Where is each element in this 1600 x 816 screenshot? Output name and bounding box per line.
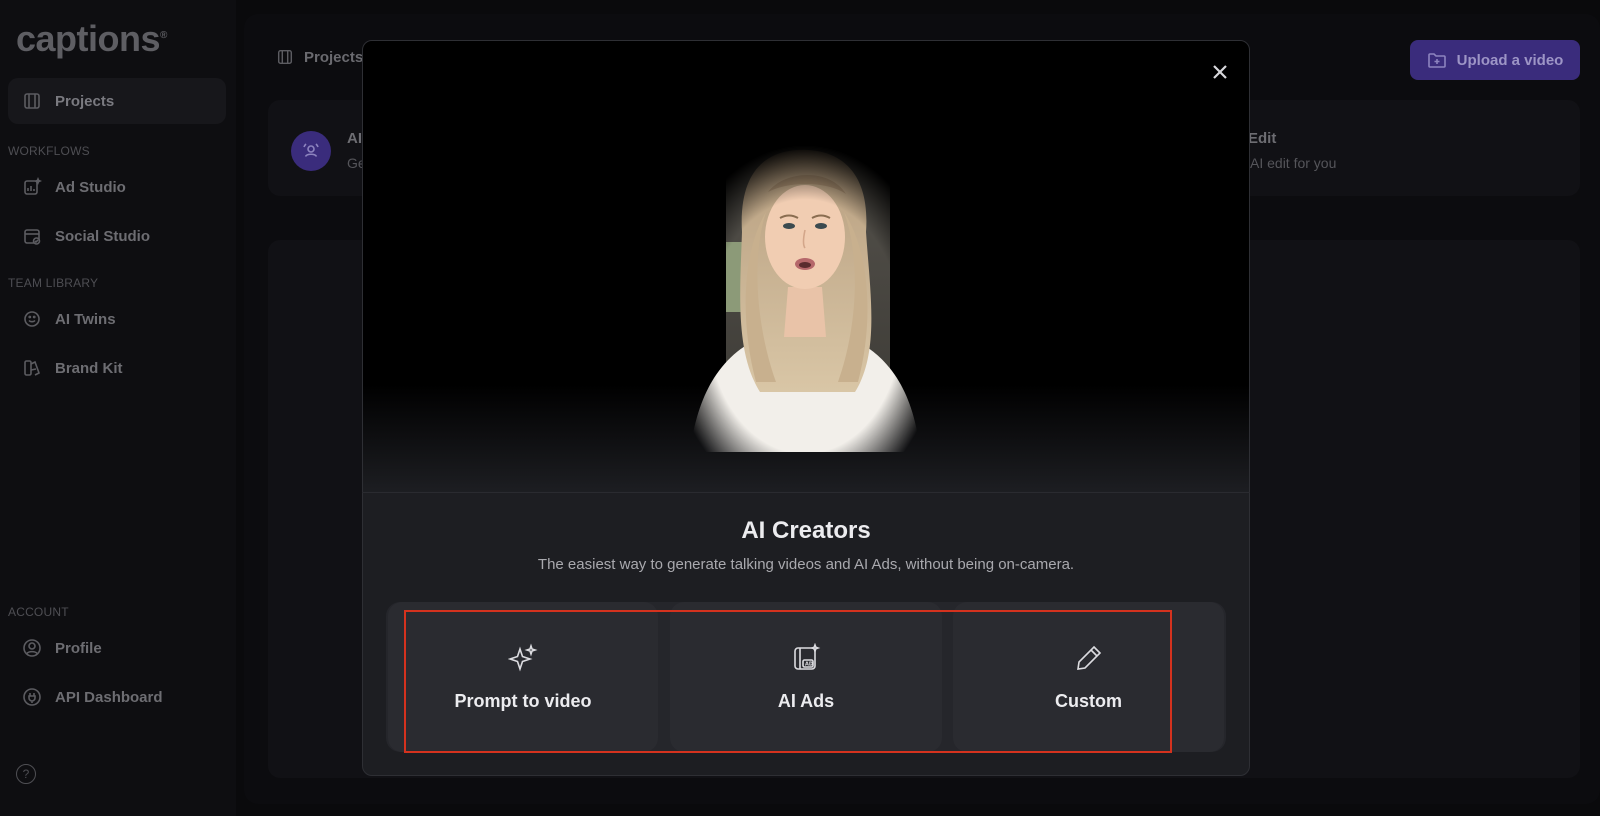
smile-icon	[22, 309, 42, 329]
sidebar-item-label: Social Studio	[55, 227, 151, 245]
sidebar-item-ad-studio[interactable]: Ad Studio	[8, 164, 226, 210]
option-label: AI Ads	[777, 690, 835, 711]
ai-creator-icon[interactable]	[291, 131, 331, 171]
brand-kit-icon	[22, 358, 42, 378]
ad-studio-icon	[22, 177, 42, 197]
help-icon[interactable]: ?	[16, 764, 36, 784]
user-circle-icon	[22, 638, 42, 658]
sidebar-item-profile[interactable]: Profile	[8, 625, 226, 671]
ai-creator-portrait	[690, 122, 920, 452]
sidebar: captions® Projects WORKFLOWS Ad Studio S…	[0, 0, 236, 816]
pencil-icon	[1076, 645, 1101, 670]
sidebar-item-projects[interactable]: Projects	[8, 78, 226, 124]
svg-text:AD: AD	[805, 661, 813, 667]
sidebar-item-ai-twins[interactable]: AI Twins	[8, 296, 226, 342]
plug-icon	[22, 687, 42, 707]
sidebar-item-label: Brand Kit	[55, 359, 123, 377]
feature-card-title: AI	[347, 130, 362, 147]
section-label-account: ACCOUNT	[8, 605, 69, 619]
sidebar-item-label: Profile	[55, 639, 102, 657]
film-icon	[277, 49, 293, 65]
section-label-team-library: TEAM LIBRARY	[8, 276, 99, 290]
sidebar-item-social-studio[interactable]: Social Studio	[8, 213, 226, 259]
sidebar-item-label: API Dashboard	[55, 688, 163, 706]
sidebar-item-label: Projects	[55, 92, 115, 110]
option-label: Custom	[1055, 690, 1122, 711]
sidebar-item-api-dashboard[interactable]: API Dashboard	[8, 674, 226, 720]
option-label: Prompt to video	[454, 690, 592, 711]
ad-film-icon: AD	[794, 642, 821, 670]
sidebar-item-brand-kit[interactable]: Brand Kit	[8, 345, 226, 391]
sidebar-item-label: AI Twins	[55, 310, 116, 328]
prompt-to-video-button[interactable]: Prompt to video	[388, 602, 658, 752]
feature-card-subtitle-edit: AI edit for you	[1250, 155, 1337, 171]
calendar-check-icon	[22, 226, 42, 246]
modal-title: AI Creators	[741, 517, 871, 544]
folder-plus-icon	[1427, 53, 1446, 68]
feature-card-title-edit: Edit	[1248, 130, 1277, 147]
modal-subtitle: The easiest way to generate talking vide…	[537, 556, 1075, 573]
close-icon[interactable]	[1208, 60, 1232, 84]
custom-button[interactable]: Custom	[953, 602, 1224, 752]
upload-video-label: Upload a video	[1456, 51, 1564, 69]
film-icon	[22, 91, 42, 111]
captions-logo[interactable]: captions®	[16, 18, 167, 60]
sparkle-icon	[508, 642, 538, 672]
section-label-workflows: WORKFLOWS	[8, 144, 90, 158]
sidebar-item-label: Ad Studio	[55, 178, 126, 196]
breadcrumb[interactable]: Projects	[276, 48, 363, 66]
modal-divider	[362, 492, 1250, 493]
breadcrumb-label: Projects	[304, 48, 364, 66]
ai-ads-button[interactable]: AD AI Ads	[670, 602, 942, 752]
upload-video-button[interactable]: Upload a video	[1410, 40, 1580, 80]
